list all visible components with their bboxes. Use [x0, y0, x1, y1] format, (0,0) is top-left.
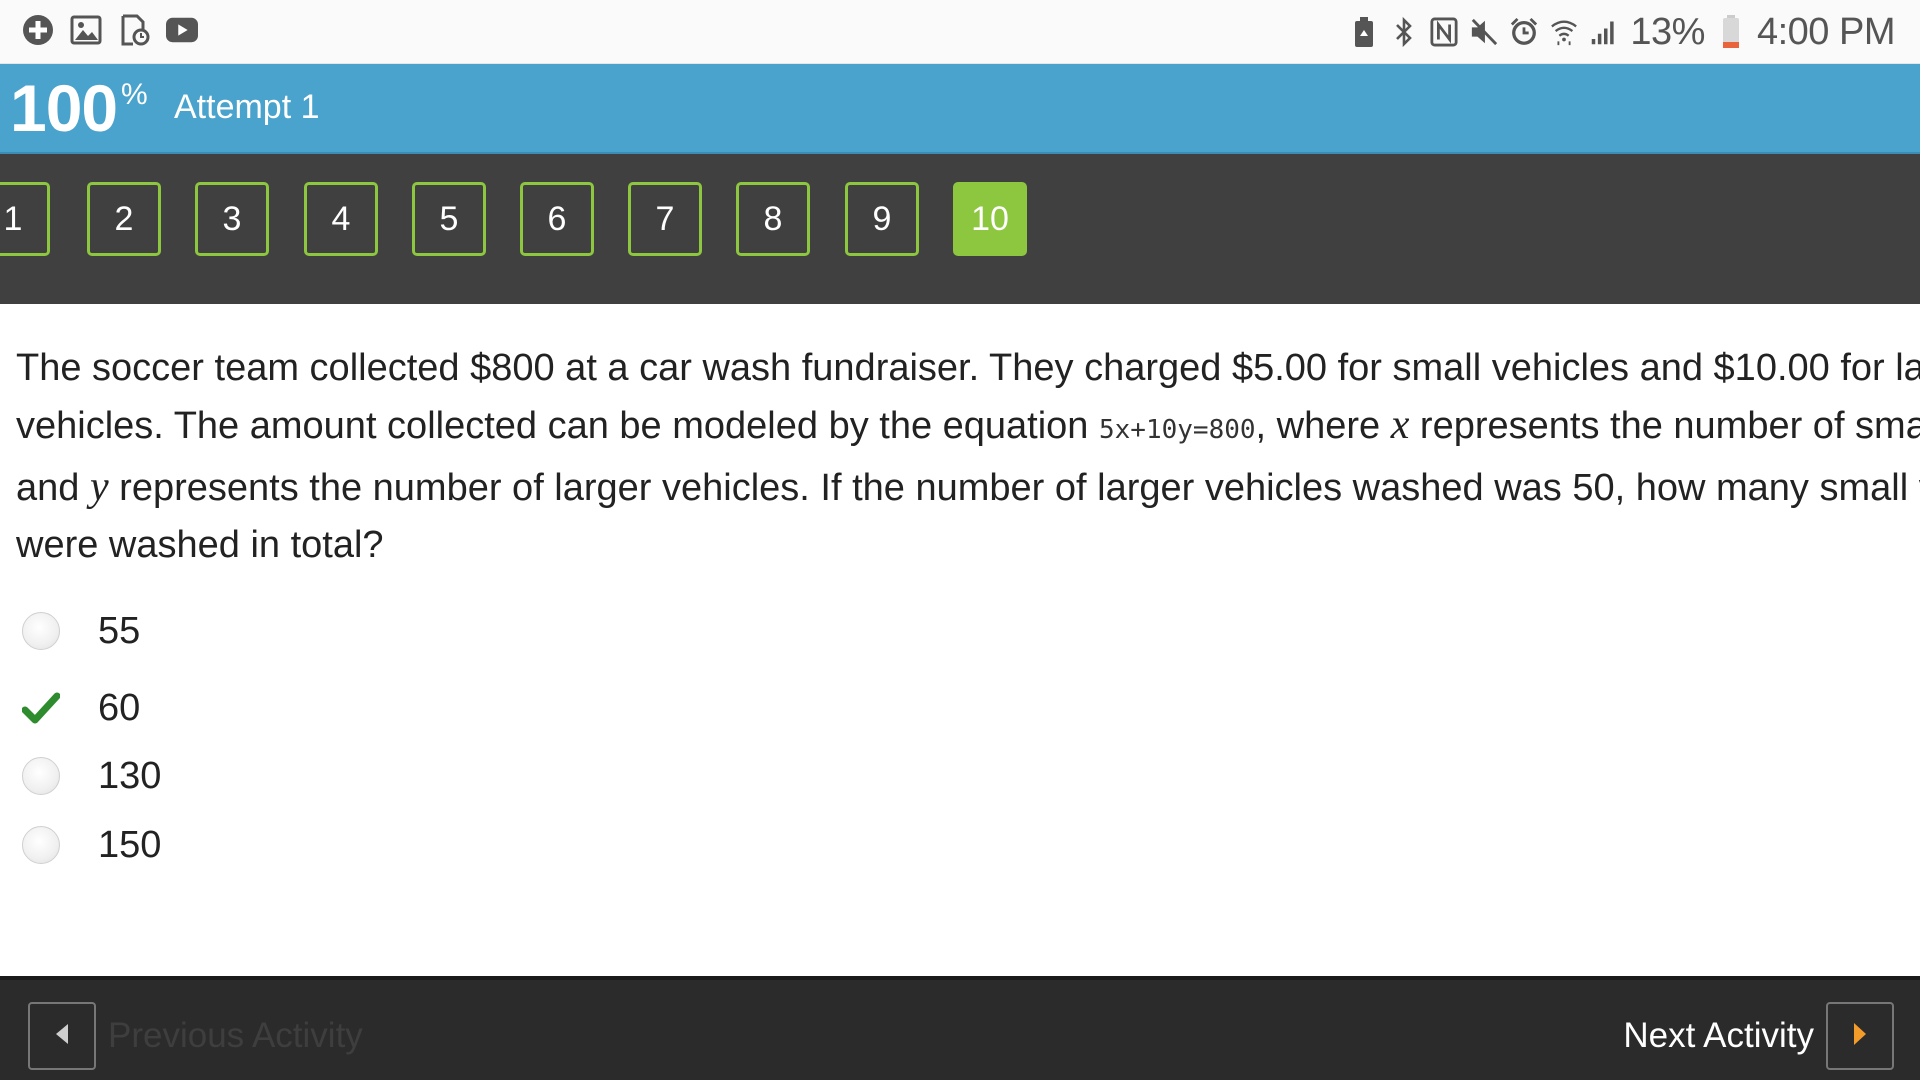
question-number: 1	[3, 199, 23, 238]
question-number: 6	[547, 199, 567, 238]
answer-option-label: 55	[98, 609, 141, 652]
answer-option[interactable]: 55	[22, 601, 140, 661]
question-line: vehicles. The amount collected can be mo…	[16, 397, 1920, 459]
battery-low-icon	[1717, 15, 1745, 48]
equation: 5x+10y=800	[1099, 415, 1256, 445]
question-text-fragment: and	[16, 467, 90, 509]
question-text-fragment: were washed in total?	[16, 524, 384, 566]
answer-option-label: 150	[98, 823, 162, 866]
add-circle-icon	[22, 14, 54, 46]
question-button-10-current[interactable]: 10	[953, 182, 1027, 256]
notification-icons	[22, 14, 198, 46]
answer-option-label: 130	[98, 754, 162, 797]
clock-time: 4:00 PM	[1756, 10, 1896, 53]
question-button-7[interactable]: 7	[628, 182, 702, 256]
nfc-icon	[1430, 16, 1458, 48]
question-number: 8	[763, 199, 783, 238]
app-screen: 13% 4:00 PM 100 % Attempt 1 1 2 3 4 5 6 …	[0, 0, 1920, 1080]
question-line: The soccer team collected $800 at a car …	[16, 340, 1920, 397]
question-button-3[interactable]: 3	[195, 182, 269, 256]
variable-y: y	[89, 464, 109, 510]
bluetooth-icon	[1390, 16, 1418, 48]
question-button-4[interactable]: 4	[304, 182, 378, 256]
score-header: 100 % Attempt 1	[0, 64, 1920, 154]
battery-saver-icon	[1350, 16, 1378, 48]
attempt-label: Attempt 1	[174, 88, 320, 126]
question-text-fragment: vehicles. The amount collected can be mo…	[16, 405, 1099, 447]
radio-button[interactable]	[22, 612, 60, 650]
question-text-fragment: represents the number of small vehicles	[1419, 405, 1920, 447]
status-bar: 13% 4:00 PM	[0, 0, 1920, 64]
question-button-2[interactable]: 2	[87, 182, 161, 256]
question-number: 10	[971, 199, 1009, 238]
question-number: 5	[439, 199, 459, 238]
previous-activity-label[interactable]: Previous Activity	[108, 1016, 363, 1056]
question-button-9[interactable]: 9	[845, 182, 919, 256]
chevron-left-icon	[54, 1023, 70, 1050]
question-number: 3	[222, 199, 242, 238]
radio-button[interactable]	[22, 826, 60, 864]
file-clock-icon	[118, 14, 150, 46]
youtube-icon	[166, 14, 198, 46]
next-activity-label[interactable]: Next Activity	[1623, 1016, 1814, 1056]
chevron-right-icon	[1852, 1022, 1868, 1051]
answer-option[interactable]: 130	[22, 746, 161, 806]
wifi-icon	[1550, 16, 1578, 48]
question-text-fragment: , where	[1255, 405, 1391, 447]
question-text-fragment: represents the number of larger vehicles…	[108, 467, 1920, 509]
question-line: and y represents the number of larger ve…	[16, 459, 1920, 517]
image-icon	[70, 14, 102, 46]
previous-activity-button[interactable]	[28, 1002, 96, 1070]
question-button-1[interactable]: 1	[0, 182, 50, 256]
system-status: 13% 4:00 PM	[1350, 10, 1896, 54]
activity-footer: Previous Activity Next Activity	[0, 976, 1920, 1080]
answer-option-selected[interactable]: 60	[22, 678, 140, 738]
score-percent-sign: %	[121, 78, 148, 111]
answer-option-label: 60	[98, 686, 141, 729]
mute-icon	[1470, 16, 1498, 48]
question-navigation: 1 2 3 4 5 6 7 8 9 10	[0, 154, 1920, 304]
question-line: were washed in total?	[16, 517, 1920, 574]
answer-option[interactable]: 150	[22, 815, 161, 875]
question-button-8[interactable]: 8	[736, 182, 810, 256]
question-number: 4	[331, 199, 351, 238]
question-number: 9	[872, 199, 892, 238]
question-button-6[interactable]: 6	[520, 182, 594, 256]
score-value: 100	[10, 71, 118, 145]
question-text-fragment: The soccer team collected $800 at a car …	[16, 347, 1920, 389]
question-number: 2	[114, 199, 134, 238]
variable-x: x	[1390, 402, 1410, 448]
next-activity-button[interactable]	[1826, 1002, 1894, 1070]
alarm-icon	[1510, 16, 1538, 48]
radio-button[interactable]	[22, 757, 60, 795]
checkmark-icon	[22, 689, 60, 727]
battery-percent: 13%	[1630, 10, 1705, 53]
signal-icon	[1590, 16, 1618, 48]
question-number: 7	[655, 199, 675, 238]
question-button-5[interactable]: 5	[412, 182, 486, 256]
question-text: The soccer team collected $800 at a car …	[16, 340, 1920, 574]
